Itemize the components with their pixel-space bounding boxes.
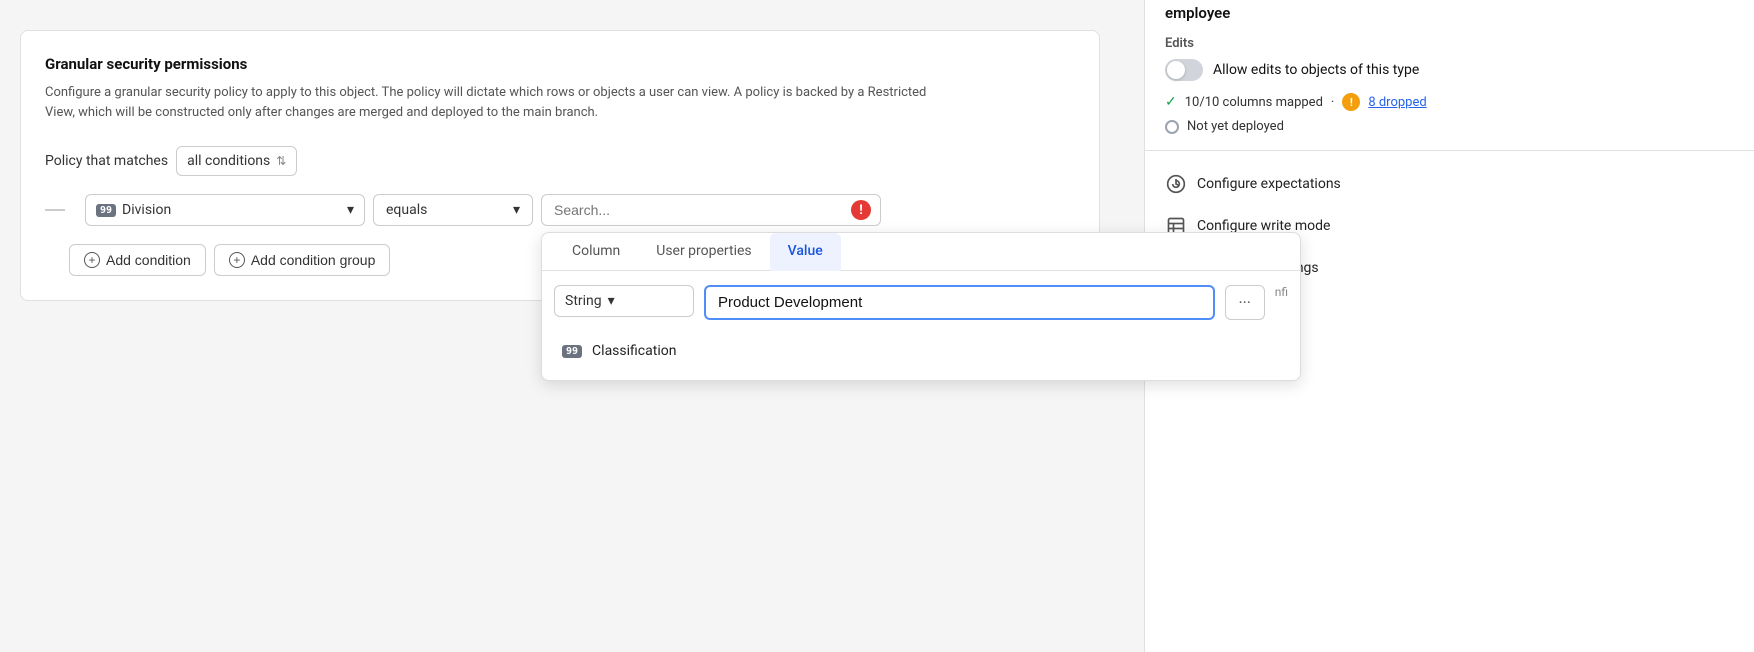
type-chevron-icon: ▾ bbox=[608, 293, 615, 309]
more-options-button[interactable]: ··· bbox=[1225, 285, 1265, 320]
add-condition-group-button[interactable]: + Add condition group bbox=[214, 244, 391, 276]
equals-dropdown[interactable]: equals ▾ bbox=[373, 194, 533, 226]
not-deployed-row: Not yet deployed bbox=[1165, 119, 1734, 134]
equals-label: equals bbox=[386, 202, 427, 218]
error-icon: ! bbox=[851, 200, 871, 220]
value-input[interactable] bbox=[704, 285, 1215, 320]
search-input-wrapper: ! Column User properties Value String ▾ bbox=[541, 194, 881, 226]
warning-icon: ! bbox=[1342, 93, 1360, 111]
list-item[interactable]: 99 Classification bbox=[554, 334, 1288, 368]
add-condition-button[interactable]: + Add condition bbox=[69, 244, 206, 276]
dropdown-tabs: Column User properties Value bbox=[542, 233, 1300, 271]
not-deployed-radio bbox=[1165, 120, 1179, 134]
card-description: Configure a granular security policy to … bbox=[45, 83, 945, 122]
plus-circle-group-icon: + bbox=[229, 252, 245, 268]
allow-edits-row: Allow edits to objects of this type bbox=[1165, 59, 1734, 81]
list-item-icon: 99 bbox=[562, 345, 582, 358]
expectations-label: Configure expectations bbox=[1197, 176, 1341, 192]
not-deployed-text: Not yet deployed bbox=[1187, 119, 1284, 134]
policy-select-value: all conditions bbox=[187, 153, 270, 169]
equals-chevron-icon: ▾ bbox=[513, 202, 520, 218]
allow-edits-text: Allow edits to objects of this type bbox=[1213, 62, 1419, 78]
division-field-icon: 99 bbox=[96, 204, 116, 217]
left-panel: Granular security permissions Configure … bbox=[0, 0, 1144, 652]
edits-section-label: Edits bbox=[1165, 36, 1734, 51]
division-chevron-icon: ▾ bbox=[347, 202, 354, 218]
search-dropdown: Column User properties Value String ▾ ··… bbox=[541, 232, 1301, 381]
dropdown-list: 99 Classification bbox=[542, 334, 1300, 380]
check-icon: ✓ bbox=[1165, 94, 1177, 110]
menu-item-expectations[interactable]: Configure expectations bbox=[1145, 163, 1754, 205]
mapped-row: ✓ 10/10 columns mapped · ! 8 dropped bbox=[1165, 93, 1734, 111]
division-dropdown[interactable]: 99 Division ▾ bbox=[85, 194, 365, 226]
indent-line bbox=[45, 209, 65, 211]
condition-row: 99 Division ▾ equals ▾ ! Column User pro… bbox=[45, 194, 1075, 226]
nfi-label: nfi bbox=[1275, 285, 1288, 299]
add-condition-group-label: Add condition group bbox=[251, 252, 376, 268]
type-select-value: String bbox=[565, 293, 602, 309]
policy-label: Policy that matches bbox=[45, 153, 168, 169]
dropped-link[interactable]: 8 dropped bbox=[1368, 95, 1426, 110]
tab-user-properties[interactable]: User properties bbox=[638, 233, 769, 271]
tab-value[interactable]: Value bbox=[770, 233, 841, 271]
mapped-text: 10/10 columns mapped bbox=[1185, 95, 1323, 110]
policy-row: Policy that matches all conditions ⇅ bbox=[45, 146, 1075, 176]
tab-column[interactable]: Column bbox=[554, 233, 638, 271]
type-select[interactable]: String ▾ bbox=[554, 285, 694, 317]
security-card: Granular security permissions Configure … bbox=[20, 30, 1100, 301]
policy-chevron-icon: ⇅ bbox=[276, 154, 286, 168]
employee-label: employee bbox=[1165, 0, 1734, 36]
dropdown-body: String ▾ ··· nfi bbox=[542, 271, 1300, 334]
expectations-icon bbox=[1165, 173, 1187, 195]
allow-edits-toggle[interactable] bbox=[1165, 59, 1203, 81]
plus-circle-icon: + bbox=[84, 252, 100, 268]
card-title: Granular security permissions bbox=[45, 55, 1075, 73]
division-field-label: Division bbox=[122, 202, 171, 218]
search-input[interactable] bbox=[541, 194, 881, 226]
list-item-label: Classification bbox=[592, 343, 676, 359]
dot-separator: · bbox=[1331, 95, 1334, 110]
toggle-knob bbox=[1167, 61, 1185, 79]
policy-select[interactable]: all conditions ⇅ bbox=[176, 146, 297, 176]
right-top-section: employee Edits Allow edits to objects of… bbox=[1145, 0, 1754, 151]
add-condition-label: Add condition bbox=[106, 252, 191, 268]
condition-indent bbox=[45, 209, 85, 211]
